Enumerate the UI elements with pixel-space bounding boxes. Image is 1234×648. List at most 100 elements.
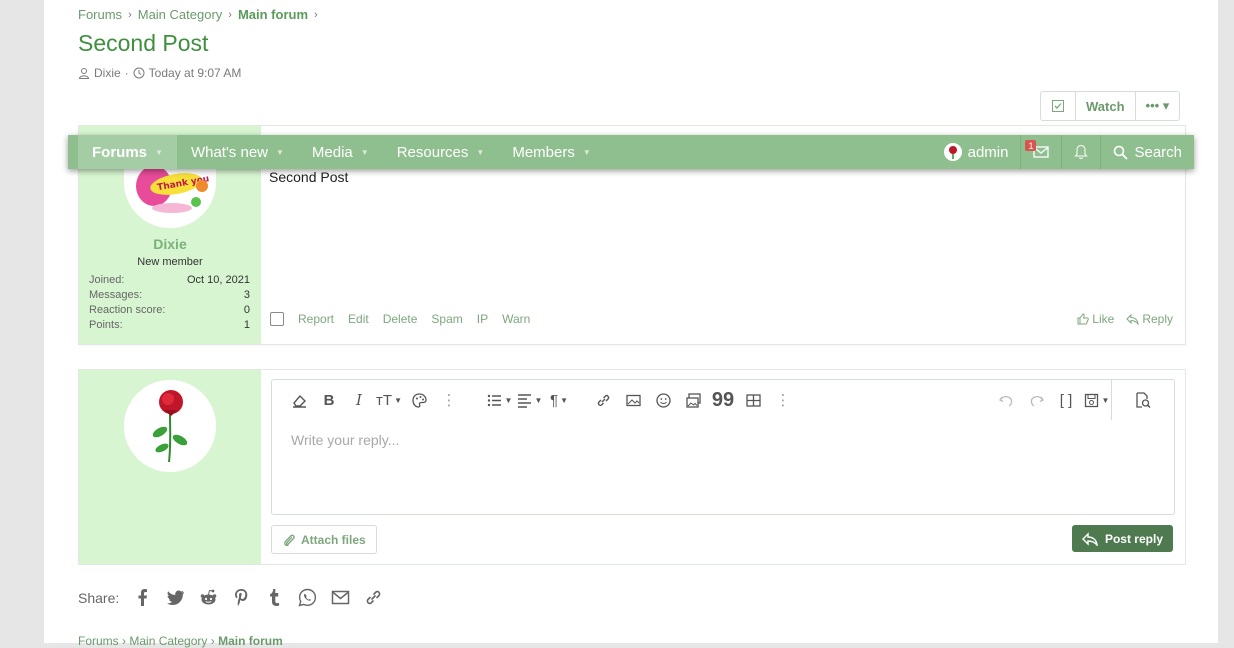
bold-button[interactable]: B xyxy=(314,380,344,420)
nav-alerts[interactable] xyxy=(1062,135,1100,169)
like-button[interactable]: Like xyxy=(1077,312,1114,326)
stat-label: Points: xyxy=(89,319,123,331)
post-reply-button[interactable]: Post reply xyxy=(1071,525,1173,552)
text-color-button[interactable] xyxy=(404,380,434,420)
watch-button[interactable]: Watch xyxy=(1076,92,1136,120)
tumblr-icon[interactable] xyxy=(265,588,284,607)
ip-link[interactable]: IP xyxy=(477,312,488,326)
reply-editor: B I тT ▼ ⋮ ▼ ▼ ¶ ▼ 99 ⋮ [] ▼ Write your… xyxy=(271,379,1175,515)
preview-button[interactable] xyxy=(1111,380,1174,420)
paragraph-button[interactable]: ¶ ▼ xyxy=(544,380,574,420)
brackets-icon: [ ] xyxy=(1059,391,1073,409)
warn-link[interactable]: Warn xyxy=(502,312,530,326)
nav-members[interactable]: Members ▼ xyxy=(498,135,604,169)
undo-button[interactable] xyxy=(991,380,1021,420)
breadcrumb: Forums › Main Category › Main forum › xyxy=(78,7,324,22)
drafts-button[interactable]: ▼ xyxy=(1081,380,1111,420)
editor-toolbar-right: [ ] ▼ xyxy=(991,380,1174,420)
attach-files-button[interactable]: Attach files xyxy=(271,525,377,554)
nav-user-area: admin 1 Search xyxy=(932,135,1194,169)
post-reply-label: Post reply xyxy=(1104,531,1163,546)
more-options-button[interactable]: ••• ▾ xyxy=(1136,92,1180,120)
stat-row: Joined: Oct 10, 2021 xyxy=(89,274,250,289)
email-icon[interactable] xyxy=(331,588,350,607)
insert-link-button[interactable] xyxy=(588,380,618,420)
thread-author[interactable]: Dixie xyxy=(94,66,121,80)
editor-toolbar: B I тT ▼ ⋮ ▼ ▼ ¶ ▼ 99 ⋮ [] ▼ xyxy=(272,380,1174,420)
pinterest-icon[interactable] xyxy=(232,588,251,607)
breadcrumb-main-forum[interactable]: Main forum xyxy=(238,7,308,22)
nav-media[interactable]: Media ▼ xyxy=(298,135,383,169)
nav-forums[interactable]: Forums ▼ xyxy=(78,135,177,169)
chevron-down-icon[interactable]: ▼ xyxy=(155,148,163,157)
twitter-icon[interactable] xyxy=(166,588,185,607)
share-label: Share: xyxy=(78,589,120,606)
insert-media-button[interactable] xyxy=(678,380,708,420)
save-draft-icon xyxy=(1084,393,1098,407)
breadcrumb-main-forum[interactable]: Main forum xyxy=(218,634,283,648)
font-size-button[interactable]: тT ▼ xyxy=(374,380,404,420)
chevron-down-icon[interactable]: ▼ xyxy=(583,148,591,157)
nav-label: What's new xyxy=(190,143,268,161)
select-thread-button[interactable] xyxy=(1041,92,1076,120)
user-title: New member xyxy=(137,256,203,268)
smile-icon xyxy=(655,392,671,408)
facebook-icon[interactable] xyxy=(133,588,152,607)
more-text-options-button[interactable]: ⋮ xyxy=(434,380,464,420)
nav-account[interactable]: admin xyxy=(932,135,1021,169)
insert-smilie-button[interactable] xyxy=(648,380,678,420)
table-icon xyxy=(745,393,761,407)
stat-value: 3 xyxy=(243,289,250,301)
edit-link[interactable]: Edit xyxy=(348,312,369,326)
breadcrumb-forums[interactable]: Forums xyxy=(78,634,119,648)
reddit-icon[interactable] xyxy=(199,588,218,607)
redo-icon xyxy=(1030,395,1044,407)
chevron-down-icon[interactable]: ▼ xyxy=(276,148,284,157)
reply-icon xyxy=(1081,531,1098,546)
post-body: Second Post xyxy=(269,169,349,185)
italic-button[interactable]: I xyxy=(344,380,374,420)
reply-input[interactable]: Write your reply... xyxy=(291,432,399,448)
chevron-right-icon: › xyxy=(210,634,219,648)
search-icon xyxy=(1114,145,1129,160)
select-post-checkbox[interactable] xyxy=(270,312,284,326)
avatar[interactable] xyxy=(124,380,216,472)
breadcrumb-forums[interactable]: Forums xyxy=(78,7,122,22)
stat-value: Oct 10, 2021 xyxy=(187,274,250,286)
insert-table-button[interactable] xyxy=(738,380,768,420)
redo-button[interactable] xyxy=(1021,380,1051,420)
chevron-down-icon[interactable]: ▼ xyxy=(476,148,484,157)
nav-label: Media xyxy=(311,143,353,161)
post-reactions: Like Reply xyxy=(1077,312,1173,326)
more-insert-options-button[interactable]: ⋮ xyxy=(768,380,798,420)
rose-avatar-image xyxy=(124,380,216,472)
spam-link[interactable]: Spam xyxy=(431,312,462,326)
reply-button[interactable]: Reply xyxy=(1126,312,1173,326)
list-button[interactable]: ▼ xyxy=(484,380,514,420)
nav-resources[interactable]: Resources ▼ xyxy=(383,135,499,169)
thread-date[interactable]: Today at 9:07 AM xyxy=(149,66,242,80)
chevron-down-icon: ▼ xyxy=(560,395,568,405)
quote-button[interactable]: 99 xyxy=(708,380,738,420)
nav-whats-new[interactable]: What's new ▼ xyxy=(177,135,298,169)
delete-link[interactable]: Delete xyxy=(383,312,418,326)
user-avatar-icon xyxy=(943,143,962,161)
link-icon[interactable] xyxy=(364,588,383,607)
paragraph-icon: ¶ xyxy=(550,391,559,409)
whatsapp-icon[interactable] xyxy=(298,588,317,607)
text-size-icon: тT xyxy=(376,391,393,409)
paperclip-icon xyxy=(284,534,295,546)
report-link[interactable]: Report xyxy=(298,312,334,326)
nav-search[interactable]: Search xyxy=(1101,135,1194,169)
chevron-down-icon: ▼ xyxy=(1101,395,1110,405)
nav-inbox[interactable]: 1 xyxy=(1021,135,1061,169)
breadcrumb-main-category[interactable]: Main Category xyxy=(138,7,223,22)
chevron-down-icon[interactable]: ▼ xyxy=(361,148,369,157)
post-username[interactable]: Dixie xyxy=(79,236,261,252)
clear-formatting-button[interactable] xyxy=(284,380,314,420)
insert-image-button[interactable] xyxy=(618,380,648,420)
toggle-bbcode-button[interactable]: [ ] xyxy=(1051,380,1081,420)
reply-icon xyxy=(1126,313,1139,325)
breadcrumb-main-category[interactable]: Main Category xyxy=(129,634,207,648)
align-button[interactable]: ▼ xyxy=(514,380,544,420)
